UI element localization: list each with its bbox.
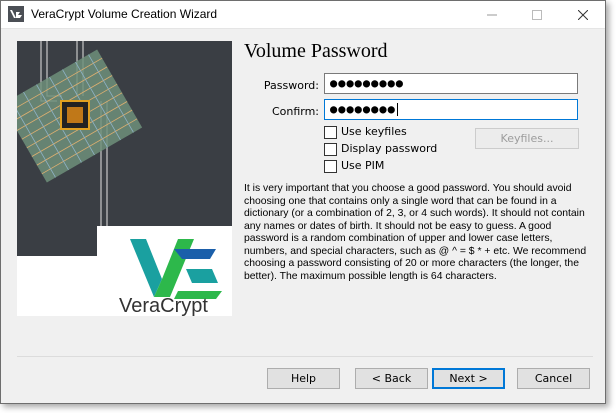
minimize-button[interactable] bbox=[469, 1, 514, 28]
circuit-chip-illustration bbox=[17, 41, 232, 316]
keyfiles-button[interactable]: Keyfiles... bbox=[475, 128, 579, 149]
use-pim-checkbox[interactable] bbox=[324, 160, 337, 173]
password-label: Password: bbox=[263, 79, 319, 92]
cancel-button[interactable]: Cancel bbox=[517, 368, 590, 389]
back-button[interactable]: < Back bbox=[355, 368, 428, 389]
page-title: Volume Password bbox=[244, 40, 388, 62]
title-bar[interactable]: VeraCrypt Volume Creation Wizard bbox=[1, 1, 605, 29]
wizard-window: VeraCrypt Volume Creation Wizard VeraCry… bbox=[0, 0, 606, 404]
minimize-icon bbox=[486, 14, 497, 15]
maximize-button[interactable] bbox=[514, 1, 559, 28]
maximize-icon bbox=[531, 9, 542, 20]
confirm-label: Confirm: bbox=[271, 105, 319, 118]
confirm-password-input[interactable]: ●●●●●●●● bbox=[324, 99, 578, 120]
window-title: VeraCrypt Volume Creation Wizard bbox=[31, 7, 218, 21]
use-keyfiles-checkbox[interactable] bbox=[324, 126, 337, 139]
display-password-label[interactable]: Display password bbox=[341, 142, 437, 155]
password-advice-text: It is very important that you choose a g… bbox=[244, 183, 587, 282]
close-button[interactable] bbox=[560, 1, 605, 28]
wizard-banner-image bbox=[17, 41, 232, 316]
password-value: ●●●●●●●●● bbox=[330, 76, 405, 90]
password-input[interactable]: ●●●●●●●●● bbox=[324, 73, 578, 94]
display-password-checkbox[interactable] bbox=[324, 143, 337, 156]
use-pim-label[interactable]: Use PIM bbox=[341, 159, 384, 172]
help-button[interactable]: Help bbox=[267, 368, 340, 389]
close-icon bbox=[577, 9, 588, 20]
confirm-value: ●●●●●●●● bbox=[330, 102, 396, 116]
separator bbox=[17, 356, 593, 357]
text-caret bbox=[396, 103, 398, 116]
use-keyfiles-label[interactable]: Use keyfiles bbox=[341, 125, 407, 138]
veracrypt-logo-text: VeraCrypt bbox=[119, 295, 208, 317]
veracrypt-app-icon bbox=[8, 6, 24, 22]
next-button[interactable]: Next > bbox=[432, 368, 505, 389]
